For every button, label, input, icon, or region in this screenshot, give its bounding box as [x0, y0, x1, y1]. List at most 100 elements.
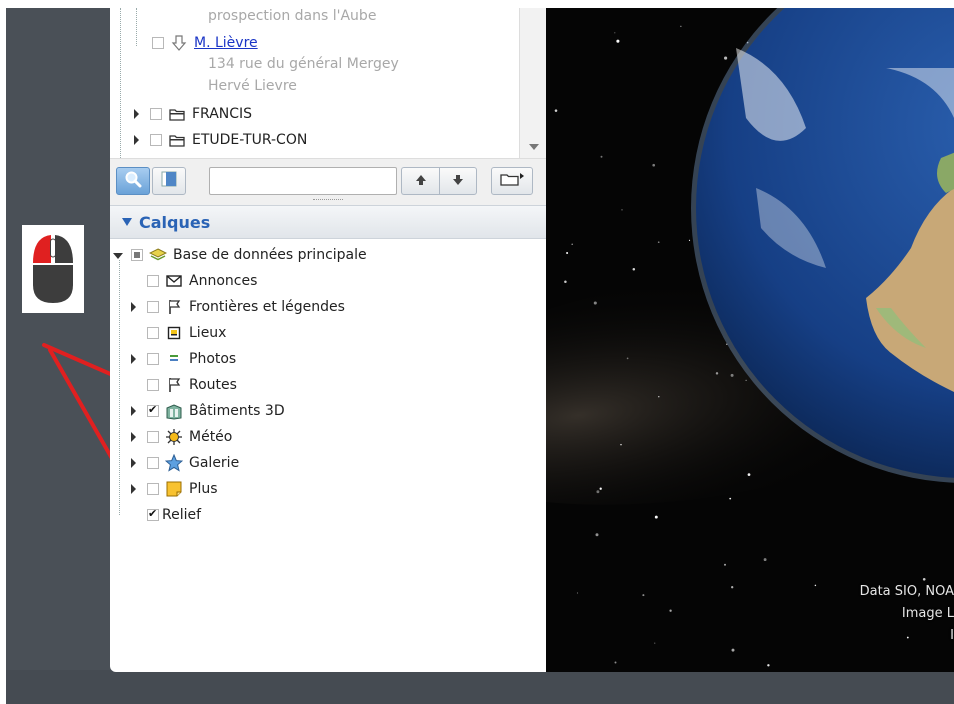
folder-label: FRANCIS	[192, 106, 253, 122]
layer-label: Galerie	[189, 455, 240, 471]
collapse-arrow-icon[interactable]	[113, 253, 123, 259]
layer-label: Base de données principale	[173, 247, 367, 263]
note-icon	[165, 481, 183, 497]
layer-item-photos[interactable]: Photos	[131, 347, 236, 371]
resize-grip[interactable]	[313, 199, 343, 203]
photo-icon	[165, 351, 183, 367]
layer-item-routes[interactable]: Routes	[131, 373, 237, 397]
tree-guide-line	[119, 260, 120, 515]
move-down-button[interactable]	[439, 167, 477, 195]
star	[747, 473, 751, 476]
folder-label: ETUDE-TUR-CON	[192, 132, 308, 148]
places-panel: prospection dans l'Aube M. Lièvre 134 ru…	[110, 8, 546, 158]
layer-checkbox[interactable]	[147, 403, 159, 417]
layer-root[interactable]: Base de données principale	[113, 243, 367, 267]
expand-arrow-icon[interactable]	[131, 354, 136, 364]
folder-icon	[168, 132, 186, 148]
star	[599, 487, 602, 490]
layer-checkbox[interactable]	[147, 301, 159, 313]
layer-item-lieux[interactable]: Lieux	[131, 321, 226, 345]
star	[731, 648, 735, 652]
star	[596, 490, 600, 494]
star	[566, 251, 569, 255]
expand-arrow-icon[interactable]	[134, 135, 139, 145]
layers-stack-icon	[149, 247, 167, 263]
tree-guide-line	[120, 8, 121, 158]
tree-guide-line	[136, 8, 137, 46]
star	[715, 372, 719, 375]
panel-toggle-button[interactable]	[152, 167, 186, 195]
star	[614, 661, 617, 664]
layers-header[interactable]: Calques	[110, 205, 546, 239]
layer-checkbox[interactable]	[147, 507, 159, 521]
layer-item-annonces[interactable]: Annonces	[131, 269, 257, 293]
place-contact: Hervé Lievre	[208, 78, 297, 94]
expand-arrow-icon[interactable]	[131, 302, 136, 312]
folder-checkbox[interactable]	[150, 108, 162, 120]
folder-item-etude-tur-con[interactable]: ETUDE-TUR-CON	[134, 128, 307, 152]
add-folder-button[interactable]	[491, 167, 533, 195]
star	[814, 584, 817, 587]
folder-add-icon	[499, 171, 525, 191]
layer-label: Frontières et légendes	[189, 299, 345, 315]
search-toggle-button[interactable]	[116, 167, 150, 195]
star	[616, 39, 620, 43]
folder-item-francis[interactable]: FRANCIS	[134, 102, 252, 126]
star	[763, 558, 767, 562]
layer-checkbox[interactable]	[131, 249, 143, 261]
globe-viewport[interactable]: Data SIO, NOA Image L I	[546, 8, 954, 672]
expand-arrow-icon[interactable]	[134, 109, 139, 119]
layer-item-batiments-3d[interactable]: Bâtiments 3D	[131, 399, 285, 423]
star	[657, 241, 660, 244]
expand-arrow-icon[interactable]	[131, 458, 136, 468]
layer-label: Lieux	[189, 325, 227, 341]
star	[571, 243, 573, 245]
star	[642, 594, 645, 597]
folder-checkbox[interactable]	[150, 134, 162, 146]
star	[729, 497, 732, 500]
expand-arrow-icon[interactable]	[131, 432, 136, 442]
layer-item-plus[interactable]: Plus	[131, 477, 218, 501]
layer-checkbox[interactable]	[147, 327, 159, 339]
expand-arrow-icon[interactable]	[131, 406, 136, 416]
star	[576, 592, 579, 594]
star	[620, 443, 622, 446]
place-checkbox[interactable]	[152, 37, 164, 49]
places-scrollbar[interactable]	[519, 8, 546, 158]
star	[745, 379, 747, 382]
layer-item-frontieres[interactable]: Frontières et légendes	[131, 295, 345, 319]
star	[595, 533, 599, 537]
window-bottom-bar	[6, 670, 954, 704]
layer-checkbox[interactable]	[147, 379, 159, 391]
layer-checkbox[interactable]	[147, 353, 159, 365]
magnifier-icon	[124, 170, 142, 192]
place-link[interactable]: M. Lièvre	[194, 35, 258, 51]
layer-checkbox[interactable]	[147, 275, 159, 287]
expand-arrow-icon[interactable]	[131, 484, 136, 494]
layer-label: Relief	[162, 507, 202, 523]
star	[554, 109, 558, 112]
move-up-button[interactable]	[401, 167, 439, 195]
star	[669, 609, 672, 612]
layer-label: Routes	[189, 377, 237, 393]
layer-label: Photos	[189, 351, 237, 367]
layer-checkbox[interactable]	[147, 431, 159, 443]
place-icon	[165, 325, 183, 341]
flag-icon	[165, 299, 183, 315]
star	[688, 239, 691, 241]
collapse-triangle-icon[interactable]	[122, 218, 132, 226]
layer-item-meteo[interactable]: Météo	[131, 425, 232, 449]
places-toolbar	[110, 158, 546, 205]
star	[906, 636, 909, 639]
mouse-left-click-icon	[22, 225, 84, 313]
star	[922, 577, 926, 581]
scroll-down-icon[interactable]	[529, 144, 539, 150]
folder-icon	[168, 106, 186, 122]
places-search-input[interactable]	[209, 167, 397, 195]
layer-checkbox[interactable]	[147, 483, 159, 495]
place-item-m-lievre[interactable]: M. Lièvre	[152, 31, 258, 55]
attribution-line-3: I	[950, 628, 954, 643]
layer-item-galerie[interactable]: Galerie	[131, 451, 239, 475]
layer-item-relief[interactable]: Relief	[131, 503, 201, 527]
layer-checkbox[interactable]	[147, 457, 159, 469]
